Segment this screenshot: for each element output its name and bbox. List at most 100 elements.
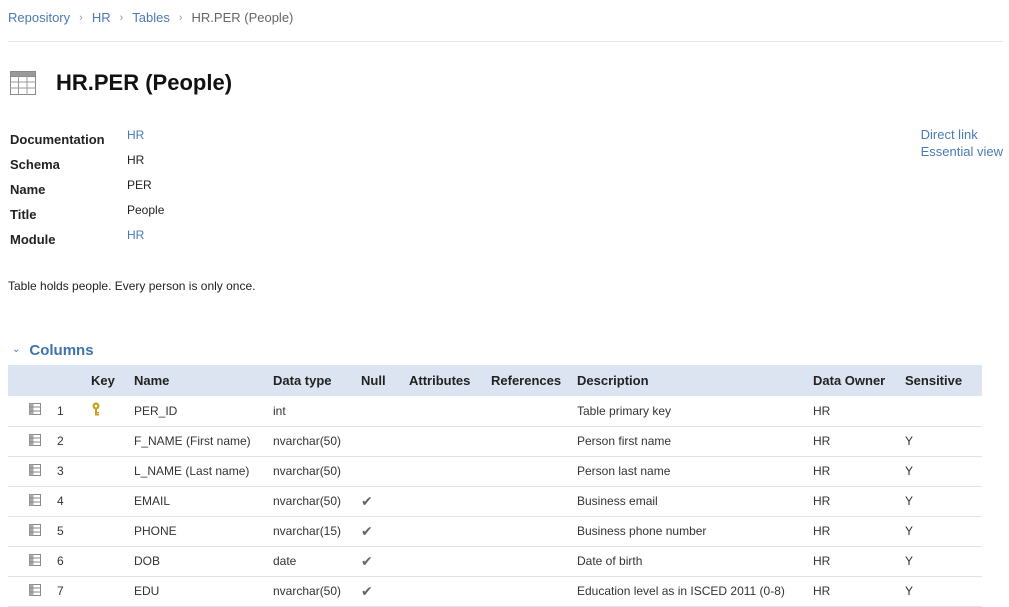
column-name[interactable]: L_NAME (Last name) bbox=[134, 456, 273, 486]
breadcrumb-hr[interactable]: HR bbox=[92, 10, 111, 25]
column-icon bbox=[29, 403, 41, 418]
table-row[interactable]: 4 EMAIL nvarchar(50) ✔ Business email HR Y bbox=[8, 486, 982, 516]
column-references bbox=[491, 576, 577, 606]
module-link[interactable]: HR bbox=[127, 228, 144, 253]
key-cell bbox=[91, 426, 134, 456]
row-number: 5 bbox=[57, 524, 64, 538]
row-number: 7 bbox=[57, 584, 64, 598]
property-label: Title bbox=[10, 207, 37, 222]
property-row-module: Module HR bbox=[10, 228, 164, 253]
table-row[interactable]: 7 EDU nvarchar(50) ✔ Education level as in I… bbox=[8, 576, 982, 606]
column-data-owner: HR bbox=[813, 554, 831, 568]
column-data-owner: HR bbox=[813, 494, 831, 508]
header-sensitive[interactable]: Sensitive bbox=[905, 365, 982, 396]
column-sensitive bbox=[905, 396, 982, 426]
breadcrumb-repository[interactable]: Repository bbox=[8, 10, 70, 25]
header-key[interactable]: Key bbox=[91, 365, 134, 396]
column-name[interactable]: EDU bbox=[134, 576, 273, 606]
columns-table: Key Name Data type Null Attributes Refer… bbox=[8, 365, 982, 607]
column-name[interactable]: DOB bbox=[134, 546, 273, 576]
column-sensitive: Y bbox=[905, 464, 914, 478]
column-attributes bbox=[409, 546, 491, 576]
column-data-type: int bbox=[273, 403, 286, 418]
null-cell bbox=[361, 456, 409, 486]
header-description[interactable]: Description bbox=[577, 365, 813, 396]
header-name[interactable]: Name bbox=[134, 365, 273, 396]
property-label: Name bbox=[10, 182, 46, 197]
table-header-row: Key Name Data type Null Attributes Refer… bbox=[8, 365, 982, 396]
header-null[interactable]: Null bbox=[361, 365, 409, 396]
breadcrumb-current: HR.PER (People) bbox=[191, 10, 294, 25]
column-description: Education level as in ISCED 2011 (0-8) bbox=[577, 584, 785, 598]
key-cell bbox=[91, 546, 134, 576]
column-description: Date of birth bbox=[577, 554, 643, 568]
key-cell bbox=[91, 456, 134, 486]
column-icon bbox=[29, 493, 41, 509]
chevron-right-icon: › bbox=[119, 11, 124, 24]
column-data-type: date bbox=[273, 554, 297, 568]
column-references bbox=[491, 396, 577, 426]
column-sensitive: Y bbox=[905, 584, 914, 598]
property-row-name: Name PER bbox=[10, 178, 164, 203]
breadcrumb-tables[interactable]: Tables bbox=[132, 10, 170, 25]
columns-section-toggle[interactable]: ⌄ Columns bbox=[12, 342, 94, 359]
check-icon: ✔ bbox=[361, 582, 373, 599]
breadcrumb: Repository › HR › Tables › HR.PER (Peopl… bbox=[8, 10, 293, 25]
column-icon-cell bbox=[8, 546, 57, 576]
null-cell: ✔ bbox=[361, 576, 409, 606]
column-name[interactable]: PHONE bbox=[134, 516, 273, 546]
column-data-owner: HR bbox=[813, 434, 831, 448]
null-cell: ✔ bbox=[361, 546, 409, 576]
null-cell: ✔ bbox=[361, 516, 409, 546]
column-icon-cell bbox=[8, 576, 57, 606]
page-title: HR.PER (People) bbox=[56, 70, 233, 95]
column-sensitive: Y bbox=[905, 524, 914, 538]
column-attributes bbox=[409, 426, 491, 456]
header-icon bbox=[8, 365, 57, 396]
column-description: Business phone number bbox=[577, 524, 707, 538]
column-name[interactable]: F_NAME (First name) bbox=[134, 426, 273, 456]
column-attributes bbox=[409, 396, 491, 426]
essential-view-link[interactable]: Essential view bbox=[921, 143, 1003, 160]
property-value: PER bbox=[127, 178, 152, 192]
header-data-type[interactable]: Data type bbox=[273, 365, 361, 396]
column-references bbox=[491, 546, 577, 576]
divider bbox=[8, 41, 1003, 42]
column-icon bbox=[29, 553, 41, 569]
key-icon bbox=[91, 402, 101, 419]
key-cell bbox=[91, 576, 134, 606]
table-row[interactable]: 6 DOB date ✔ Date of birth HR Y bbox=[8, 546, 982, 576]
documentation-link[interactable]: HR bbox=[127, 128, 144, 153]
column-description: Table primary key bbox=[577, 403, 672, 418]
property-row-title: Title People bbox=[10, 203, 164, 228]
column-data-type: nvarchar(50) bbox=[273, 584, 342, 598]
column-data-owner: HR bbox=[813, 584, 831, 598]
property-row-documentation: Documentation HR bbox=[10, 128, 164, 153]
table-row[interactable]: 1 PER_ID int Table primary key HR bbox=[8, 396, 982, 426]
column-data-owner: HR bbox=[813, 524, 831, 538]
header-data-owner[interactable]: Data Owner bbox=[813, 365, 905, 396]
column-name[interactable]: PER_ID bbox=[134, 396, 273, 426]
column-attributes bbox=[409, 456, 491, 486]
column-data-type: nvarchar(15) bbox=[273, 524, 342, 538]
column-icon bbox=[29, 433, 41, 449]
property-value: HR bbox=[127, 153, 145, 167]
table-row[interactable]: 2 F_NAME (First name) nvarchar(50) Person f… bbox=[8, 426, 982, 456]
column-icon-cell bbox=[8, 396, 57, 426]
header-num bbox=[57, 365, 91, 396]
key-cell bbox=[91, 486, 134, 516]
column-sensitive: Y bbox=[905, 494, 914, 508]
header-attributes[interactable]: Attributes bbox=[409, 365, 491, 396]
column-attributes bbox=[409, 576, 491, 606]
column-name[interactable]: EMAIL bbox=[134, 486, 273, 516]
direct-link[interactable]: Direct link bbox=[921, 126, 1003, 143]
header-references[interactable]: References bbox=[491, 365, 577, 396]
column-attributes bbox=[409, 486, 491, 516]
null-cell: ✔ bbox=[361, 486, 409, 516]
column-references bbox=[491, 486, 577, 516]
column-data-type: nvarchar(50) bbox=[273, 434, 342, 448]
column-data-type: nvarchar(50) bbox=[273, 464, 342, 478]
chevron-right-icon: › bbox=[79, 11, 83, 24]
table-row[interactable]: 3 L_NAME (Last name) nvarchar(50) Person la… bbox=[8, 456, 982, 486]
table-row[interactable]: 5 PHONE nvarchar(15) ✔ Business phone number… bbox=[8, 516, 982, 546]
